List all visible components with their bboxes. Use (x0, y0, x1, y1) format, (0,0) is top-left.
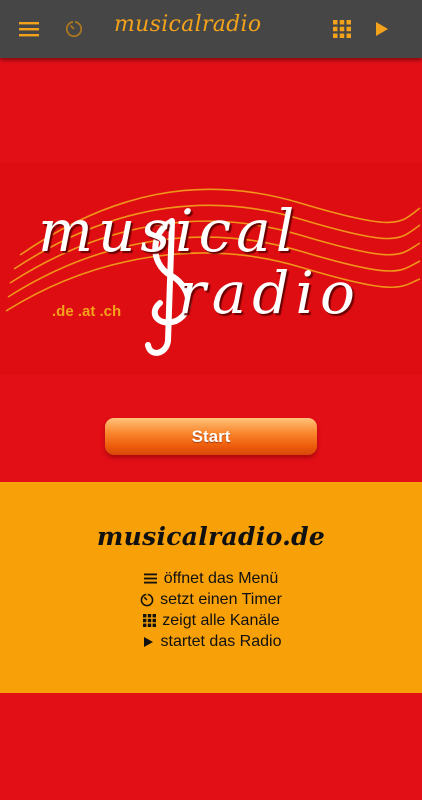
menu-icon (19, 22, 39, 37)
help-panel: musicalradio.de öffnet das Menü setzt ei… (0, 482, 422, 693)
icon-legend: öffnet das Menü setzt einen Timer zeigt … (0, 568, 422, 652)
legend-text: setzt einen Timer (160, 590, 282, 608)
legend-text: startet das Radio (160, 632, 282, 650)
timer-icon (65, 20, 83, 38)
play-icon (376, 22, 388, 36)
logo-word-musical: musical (38, 197, 300, 265)
menu-icon (144, 572, 158, 586)
legend-item-channels: zeigt alle Kanäle (0, 610, 422, 631)
logo-word-radio: radio (178, 259, 361, 327)
logo-domains: .de .at .ch (52, 303, 122, 320)
grid-icon (142, 614, 156, 628)
legend-text: zeigt alle Kanäle (162, 611, 280, 629)
timer-icon (140, 592, 154, 607)
channels-button[interactable] (327, 14, 357, 44)
app-title: musicalradio (114, 12, 262, 37)
grid-icon (333, 20, 351, 38)
logo-banner: musical radio .de .at .ch (0, 163, 422, 375)
menu-button[interactable] (14, 14, 44, 44)
play-button[interactable] (367, 14, 397, 44)
site-title: musicalradio.de (96, 522, 326, 551)
legend-text: öffnet das Menü (163, 569, 279, 587)
legend-item-menu: öffnet das Menü (0, 568, 422, 589)
timer-button[interactable] (59, 14, 89, 44)
legend-item-play: startet das Radio (0, 631, 422, 652)
legend-item-timer: setzt einen Timer (0, 589, 422, 610)
start-button[interactable]: Start (105, 418, 317, 455)
app-bar: musicalradio (0, 0, 422, 58)
play-icon (141, 635, 155, 649)
